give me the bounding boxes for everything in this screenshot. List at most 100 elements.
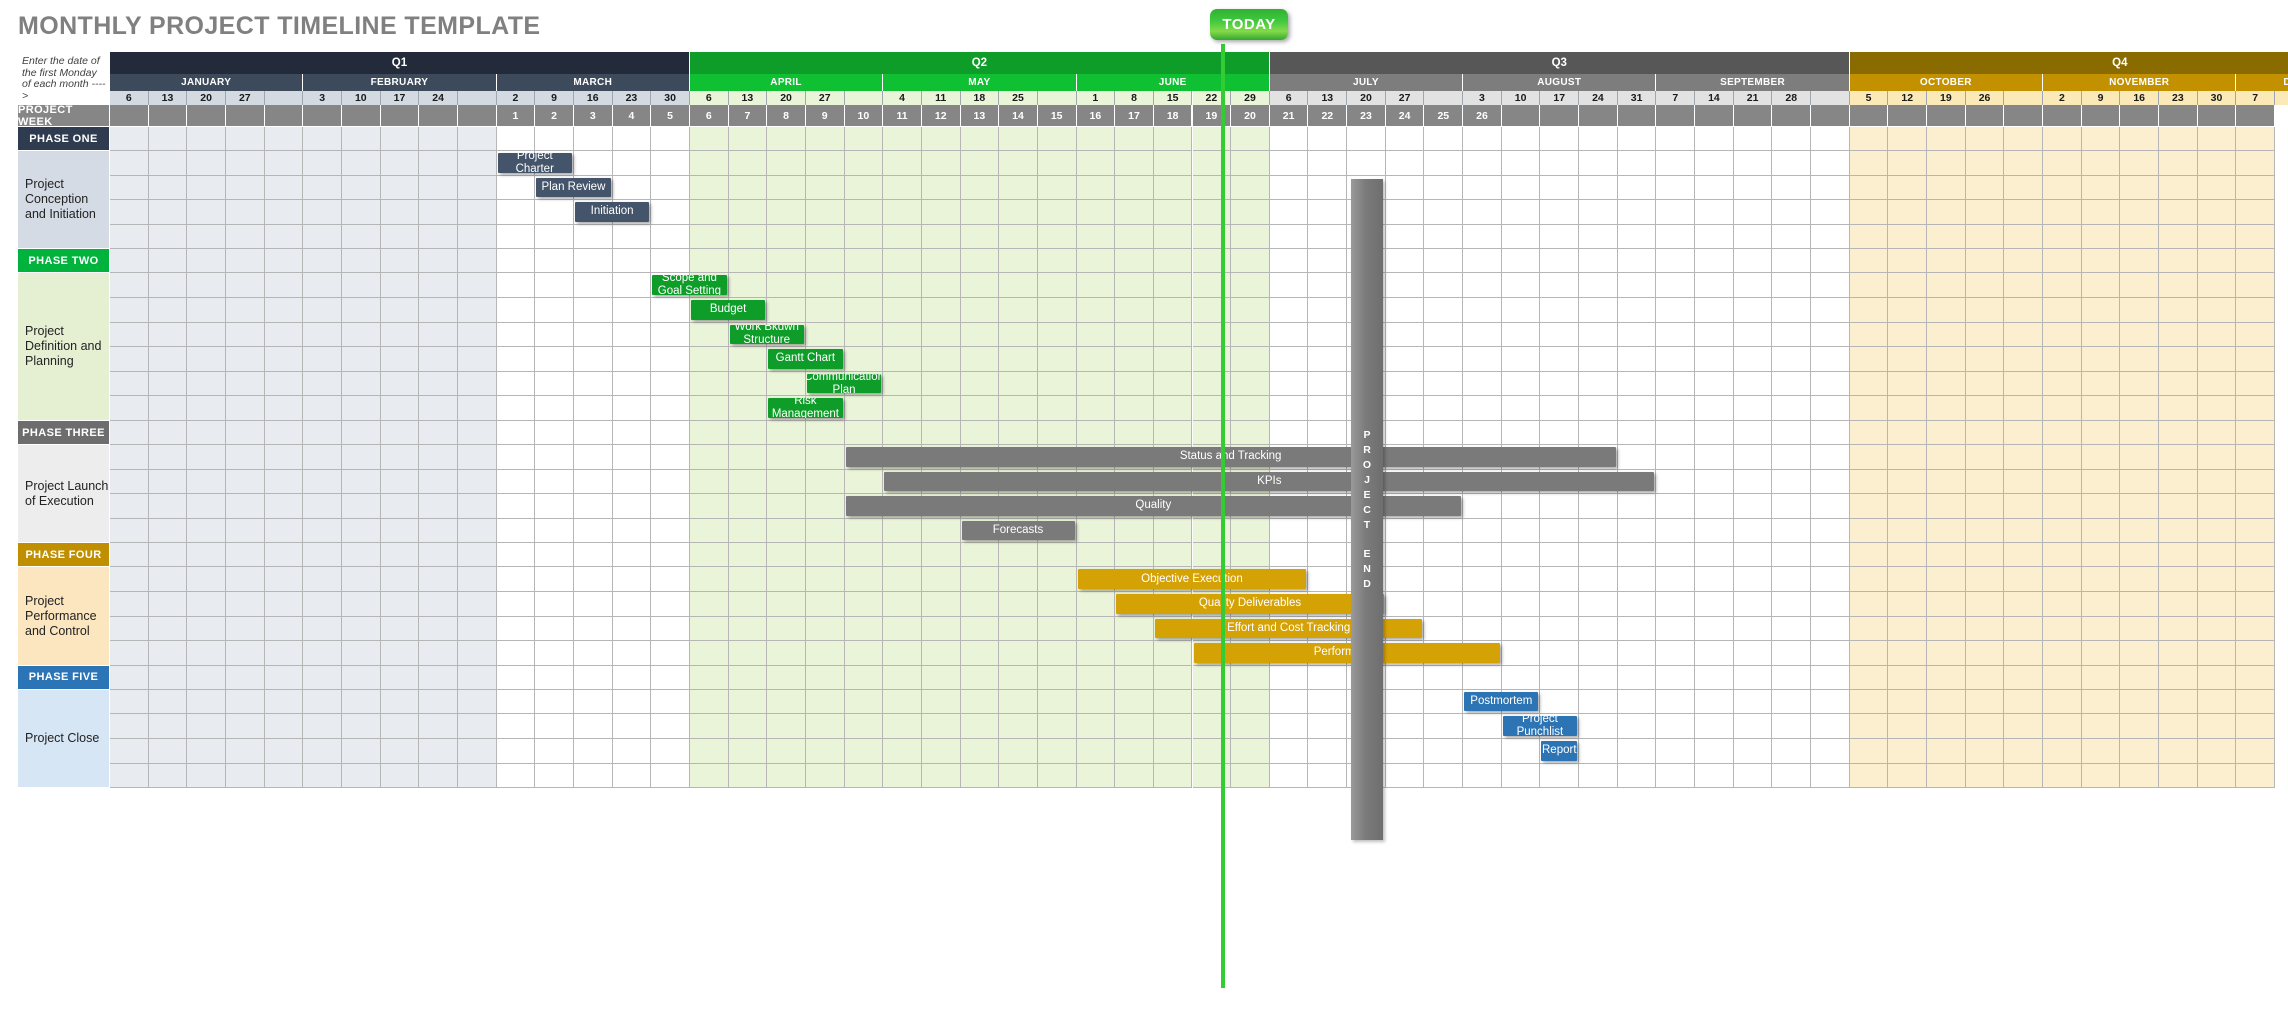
project-week-cell [1617,105,1657,127]
grid-cell [1927,396,1966,421]
grid-cell [457,224,497,250]
grid-cell [883,297,922,323]
grid-cell [960,200,1000,225]
grid-cell [1965,347,2005,372]
grid-cell [1463,616,1502,642]
grid-cell [805,322,845,348]
grid-cell [341,641,381,666]
task-bar-gantt-chart[interactable]: Gantt Chart [768,349,843,369]
grid-cell [264,175,304,201]
grid-cell [1888,567,1928,592]
grid-cell [148,689,188,715]
grid-cell [2120,714,2159,739]
grid-cell [1849,421,1889,445]
grid-cell [1733,371,1773,397]
task-bar-objective-execution[interactable]: Objective Execution [1077,569,1307,589]
grid-cell [651,297,690,323]
grid-cell [573,567,613,592]
grid-cell [496,200,536,225]
grid-cell [2159,591,2198,617]
grid-cell [1965,445,2005,470]
task-bar-initiation[interactable]: Initiation [574,202,650,222]
grid-cell [535,445,574,470]
task-grid-row [110,297,2275,323]
grid-cell [728,689,768,715]
grid-cell [960,297,1000,323]
grid-cell [767,421,806,445]
grid-cell [1269,763,1309,789]
grid-cell [1540,641,1580,666]
grid-cell [110,543,149,568]
grid-cell [1501,273,1541,298]
grid-cell [535,738,574,764]
grid-cell [1192,689,1232,715]
grid-cell [921,151,961,176]
grid-cell [1579,200,1618,225]
grid-cell [1733,763,1773,789]
task-bar-status-and-tracking[interactable]: Status and Tracking [845,447,1616,467]
grid-cell [110,616,149,642]
grid-cell [380,249,420,274]
task-bar-postmortem[interactable]: Postmortem [1464,691,1539,712]
grid-cell [1772,127,1812,151]
grid-cell [1115,689,1154,715]
grid-cell [1269,127,1309,151]
grid-cell [999,738,1038,764]
task-bar-forecasts[interactable]: Forecasts [961,520,1075,541]
grid-cell [689,616,729,642]
grid-cell [2197,371,2237,397]
grid-cell [1231,738,1270,764]
task-bar-risk-management[interactable]: Risk Management [768,398,843,418]
grid-cell [2236,175,2275,201]
grid-cell [535,200,574,225]
grid-cell [496,518,536,544]
task-bar-scope-and-goal-setting[interactable]: Scope and Goal Setting [652,275,727,295]
task-bar-plan-review[interactable]: Plan Review [536,177,611,198]
grid-cell [728,518,768,544]
grid-cell [921,689,961,715]
grid-cell [535,494,574,519]
grid-cell [1733,543,1773,568]
grid-cell [2197,347,2237,372]
grid-cell [1115,763,1154,789]
grid-cell [612,224,652,250]
task-bar-project-punchlist[interactable]: Project Punchlist [1502,716,1578,736]
grid-cell [1927,518,1966,544]
grid-cell [2081,714,2121,739]
task-bar-budget[interactable]: Budget [690,299,766,320]
task-bar-communication-plan[interactable]: Communication Plan [806,373,882,394]
grid-cell [1308,249,1348,274]
task-bar-report[interactable]: Report [1541,740,1578,761]
grid-cell [1579,567,1618,592]
grid-cell [1037,714,1077,739]
task-grid-row [110,714,2275,739]
grid-cell [767,371,806,397]
today-marker-flag[interactable]: TODAY [1210,9,1288,40]
project-week-cell [1927,105,1966,127]
task-bar-performance[interactable]: Performance [1193,643,1500,663]
grid-cell [1424,714,1464,739]
task-bar-quality-deliverables[interactable]: Quality Deliverables [1116,593,1384,614]
task-bar-work-bkdwn-structure[interactable]: Work Bkdwn Structure [729,324,804,345]
grid-cell [1849,297,1889,323]
grid-cell [457,763,497,789]
week-date-cell [2004,91,2044,105]
grid-cell [2236,273,2275,298]
grid-cell [921,738,961,764]
task-bar-project-charter[interactable]: Project Charter [497,153,572,173]
task-bar-kpis[interactable]: KPIs [884,471,1655,492]
grid-cell [805,616,845,642]
week-date-cell [264,91,304,105]
grid-cell [187,322,226,348]
grid-cell [1811,371,1850,397]
grid-cell [1424,567,1464,592]
grid-cell [2081,127,2121,151]
grid-cell [921,175,961,201]
grid-cell [612,151,652,176]
grid-cell [960,591,1000,617]
grid-cell [1927,273,1966,298]
week-date-cell: 4 [883,91,922,105]
grid-cell [1540,421,1580,445]
grid-cell [2004,175,2044,201]
grid-cell [1269,347,1309,372]
